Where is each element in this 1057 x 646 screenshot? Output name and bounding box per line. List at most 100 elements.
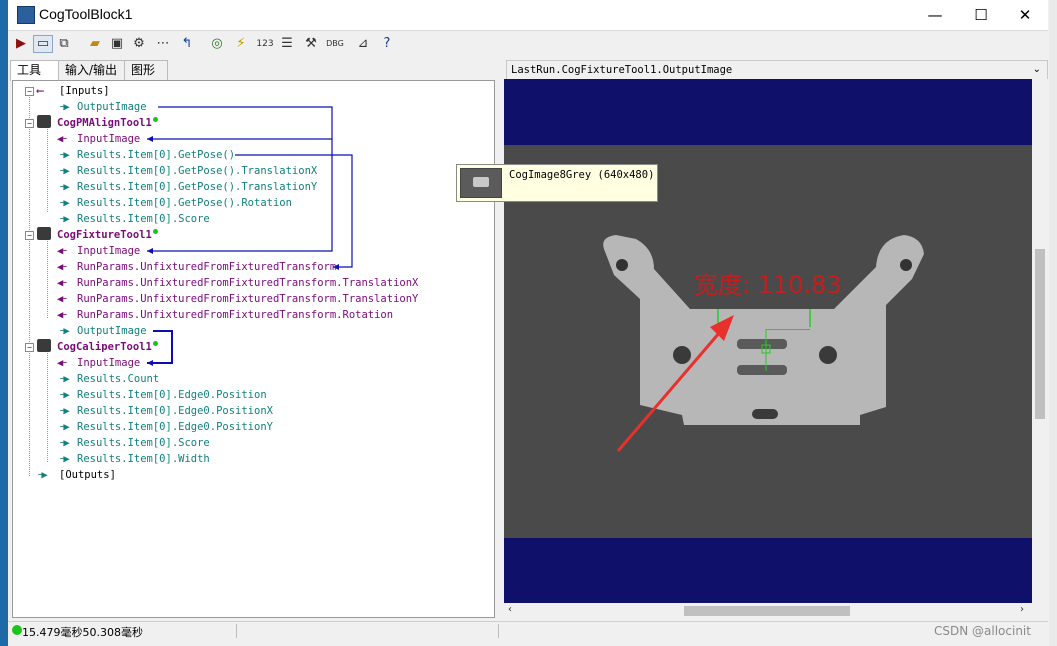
caliper-tool-icon	[37, 339, 51, 352]
outputs-node[interactable]: [Outputs]	[59, 467, 116, 483]
output-arrow-icon: ╶▶	[57, 405, 70, 417]
tab-strip: 工具 输入/输出 图形	[8, 60, 498, 81]
cal-width[interactable]: Results.Item[0].Width	[77, 451, 210, 467]
camera-image	[504, 79, 1032, 603]
pm-input-image[interactable]: InputImage	[77, 131, 140, 147]
pm-translation-y[interactable]: Results.Item[0].GetPose().TranslationY	[77, 179, 317, 195]
divider	[236, 624, 237, 638]
output-arrow-icon: ╶▶	[57, 181, 70, 193]
output-arrow-icon: ╶▶	[57, 325, 70, 337]
text-icon[interactable]: ☰	[278, 35, 296, 53]
app-icon	[17, 6, 35, 24]
divider	[498, 624, 499, 638]
input-arrow-icon: ◀╴	[57, 357, 70, 369]
image-source-selector[interactable]: LastRun.CogFixtureTool1.OutputImage ⌄	[506, 60, 1048, 80]
pmalign-tool-icon	[37, 115, 51, 128]
outputs-arrow-icon: ╶▶	[35, 469, 48, 481]
window-title: CogToolBlock1	[39, 6, 133, 22]
run-icon[interactable]: ▶	[12, 35, 30, 53]
fixture-tool-node[interactable]: CogFixtureTool1	[57, 227, 152, 243]
collapse-toggle[interactable]: −	[25, 343, 34, 352]
watermark: CSDN @allocinit	[934, 624, 1031, 638]
status-ok-icon	[153, 341, 158, 346]
output-arrow-icon: ╶▶	[57, 165, 70, 177]
fix-translation-y[interactable]: RunParams.UnfixturedFromFixturedTransfor…	[77, 291, 418, 307]
input-arrow-icon: ◀╴	[57, 293, 70, 305]
collapse-toggle[interactable]: −	[25, 119, 34, 128]
measure-icon[interactable]: ⊿	[354, 35, 372, 53]
tab-tools[interactable]: 工具	[10, 60, 60, 81]
caliper-tool-node[interactable]: CogCaliperTool1	[57, 339, 152, 355]
tab-graphics[interactable]: 图形	[124, 60, 168, 80]
tool-tree-panel: − ⟵ [Inputs] ╶▶ OutputImage − CogPMAlign…	[12, 80, 495, 618]
pm-score[interactable]: Results.Item[0].Score	[77, 211, 210, 227]
pmalign-tool-node[interactable]: CogPMAlignTool1	[57, 115, 152, 131]
output-arrow-icon: ╶▶	[57, 213, 70, 225]
output-arrow-icon: ╶▶	[57, 149, 70, 161]
link-icon[interactable]: ⚡	[232, 35, 250, 53]
title-bar: CogToolBlock1 — ☐ ✕	[8, 0, 1048, 30]
tab-io[interactable]: 输入/输出	[58, 60, 130, 80]
chevron-down-icon[interactable]: ⌄	[1033, 61, 1041, 79]
status-bar: 15.479毫秒50.308毫秒 CSDN @allocinit	[8, 621, 1048, 641]
fix-input-image[interactable]: InputImage	[77, 243, 140, 259]
tools-icon[interactable]: ⚒	[302, 35, 320, 53]
cal-edge-position-y[interactable]: Results.Item[0].Edge0.PositionY	[77, 419, 273, 435]
settings-icon[interactable]: ⚙	[130, 35, 148, 53]
output-arrow-icon: ╶▶	[57, 197, 70, 209]
cal-edge-position-x[interactable]: Results.Item[0].Edge0.PositionX	[77, 403, 273, 419]
dots-icon[interactable]: ⋯	[154, 35, 172, 53]
number-icon[interactable]: 123	[256, 35, 274, 53]
scrollbar-thumb[interactable]	[1035, 249, 1045, 419]
scroll-right-icon[interactable]: ›	[1020, 604, 1024, 615]
cal-count[interactable]: Results.Count	[77, 371, 159, 387]
cal-edge-position[interactable]: Results.Item[0].Edge0.Position	[77, 387, 267, 403]
status-ok-icon	[153, 117, 158, 122]
toolbar: ▶ ▭ ⧉ ▰ ▣ ⚙ ⋯ ↰ ◎ ⚡ 123 ☰ ⚒ DBG ⊿ ?	[8, 30, 1048, 59]
input-arrow-icon: ◀╴	[57, 309, 70, 321]
cal-input-image[interactable]: InputImage	[77, 355, 140, 371]
inputs-node[interactable]: [Inputs]	[59, 83, 110, 99]
horizontal-scrollbar[interactable]: ‹ ›	[504, 603, 1032, 619]
image-display[interactable]: 宽度: 110.83	[504, 79, 1032, 603]
cal-score[interactable]: Results.Item[0].Score	[77, 435, 210, 451]
view-icon[interactable]: ⧉	[55, 35, 73, 53]
open-icon[interactable]: ▰	[86, 35, 104, 53]
scroll-left-icon[interactable]: ‹	[508, 604, 512, 615]
inputs-output-image[interactable]: OutputImage	[77, 99, 147, 115]
debug-icon[interactable]: DBG	[326, 35, 344, 53]
close-button[interactable]: ✕	[1002, 0, 1048, 30]
fixture-tool-icon	[37, 227, 51, 240]
scrollbar-thumb[interactable]	[684, 606, 850, 616]
fix-output-image[interactable]: OutputImage	[77, 323, 147, 339]
output-arrow-icon: ╶▶	[57, 389, 70, 401]
status-ok-icon	[12, 625, 22, 635]
vertical-scrollbar[interactable]	[1032, 79, 1048, 603]
desktop-background-right	[1049, 0, 1057, 646]
collapse-toggle[interactable]: −	[25, 231, 34, 240]
database-icon[interactable]: ◎	[208, 35, 226, 53]
pm-translation-x[interactable]: Results.Item[0].GetPose().TranslationX	[77, 163, 317, 179]
tooltip-text: CogImage8Grey (640x480)	[509, 169, 655, 181]
fix-rotation[interactable]: RunParams.UnfixturedFromFixturedTransfor…	[77, 307, 393, 323]
output-arrow-icon: ╶▶	[57, 421, 70, 433]
help-icon[interactable]: ?	[378, 35, 396, 53]
pm-rotation[interactable]: Results.Item[0].GetPose().Rotation	[77, 195, 292, 211]
pm-get-pose[interactable]: Results.Item[0].GetPose()	[77, 147, 235, 163]
status-ok-icon	[153, 229, 158, 234]
fix-translation-x[interactable]: RunParams.UnfixturedFromFixturedTransfor…	[77, 275, 418, 291]
display-icon[interactable]: ▭	[33, 35, 53, 53]
minimize-button[interactable]: —	[912, 0, 958, 30]
maximize-button[interactable]: ☐	[958, 0, 1004, 30]
image-source-label: LastRun.CogFixtureTool1.OutputImage	[511, 64, 733, 76]
collapse-toggle[interactable]: −	[25, 87, 34, 96]
save-icon[interactable]: ▣	[108, 35, 126, 53]
image-tooltip: CogImage8Grey (640x480)	[456, 164, 658, 202]
output-arrow-icon: ╶▶	[57, 373, 70, 385]
output-arrow-icon: ╶▶	[57, 437, 70, 449]
input-arrow-icon: ◀╴	[57, 133, 70, 145]
output-arrow-icon: ╶▶	[57, 101, 70, 113]
reset-icon[interactable]: ↰	[178, 35, 196, 53]
input-arrow-icon: ◀╴	[57, 245, 70, 257]
fix-transform[interactable]: RunParams.UnfixturedFromFixturedTransfor…	[77, 259, 336, 275]
